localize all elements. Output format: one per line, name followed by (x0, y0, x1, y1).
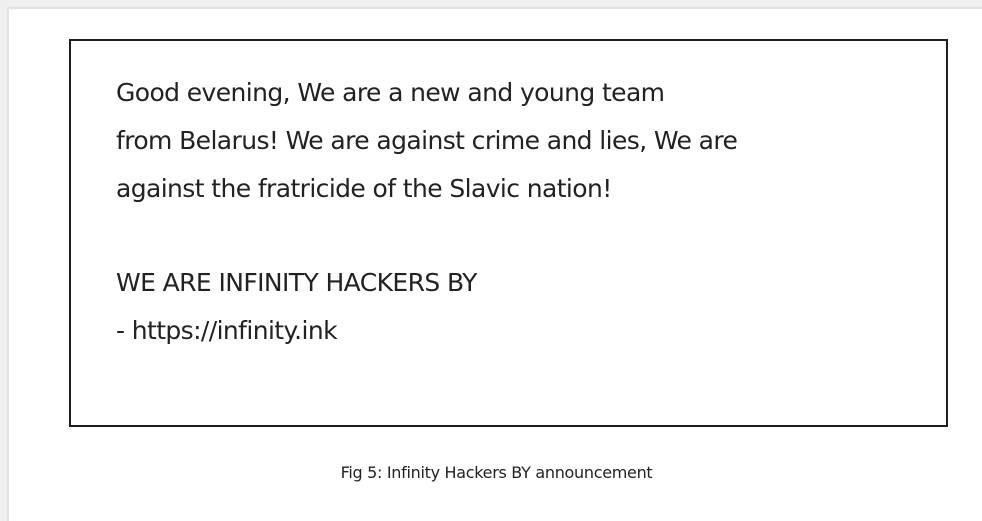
announcement-link: - https://infinity.ink (116, 316, 338, 345)
figure-caption: Fig 5: Infinity Hackers BY announcement (340, 463, 653, 482)
announcement-line-1: Good evening, We are a new and young tea… (116, 78, 665, 107)
announcement-box: Good evening, We are a new and young tea… (69, 39, 948, 427)
announcement-signature: WE ARE INFINITY HACKERS BY (116, 268, 477, 297)
document-page: Good evening, We are a new and young tea… (7, 7, 982, 521)
announcement-text: Good evening, We are a new and young tea… (116, 69, 916, 355)
announcement-line-3: against the fratricide of the Slavic nat… (116, 174, 612, 203)
announcement-line-2: from Belarus! We are against crime and l… (116, 126, 738, 155)
